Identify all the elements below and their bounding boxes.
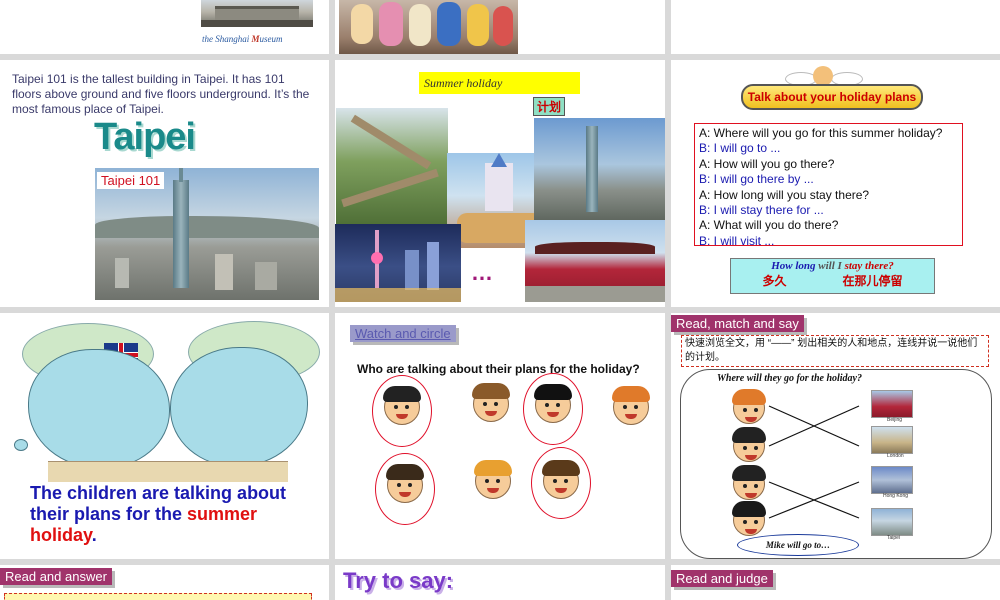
summer-holiday-title: Summer holiday xyxy=(419,72,580,94)
child-face-1 xyxy=(383,386,421,425)
slide-taipei[interactable]: Taipei 101 is the tallest building in Ta… xyxy=(0,60,329,307)
thought-bubble-left xyxy=(28,349,170,469)
slide-children-thinking[interactable]: The children are talking about their pla… xyxy=(0,313,329,559)
mike-speech-bubble: Mike will go to… xyxy=(737,534,859,556)
taipei-title: Taipei xyxy=(94,116,196,158)
taipei-101-photo: Taipei 101 xyxy=(95,168,319,300)
child-face-4 xyxy=(612,386,650,425)
vocab-cn-duolong: 多久 xyxy=(762,274,787,288)
great-wall-photo xyxy=(336,108,448,226)
watch-circle-tag: Watch and circle xyxy=(350,325,456,342)
vocab-how-long: How long xyxy=(771,260,816,272)
match-instruction: 快速浏览全文，用 “——” 划出相关的人和地点，连线并说一说他们的计划。 xyxy=(681,335,989,367)
dialog-line: B: I will go there by ... xyxy=(699,172,814,187)
disney-characters-photo xyxy=(339,0,518,54)
dialog-line: A: How will you go there? xyxy=(699,156,835,171)
vocab-note: How long will I stay there? 多久 在那儿停留 xyxy=(730,258,935,294)
taipei-city-photo xyxy=(534,118,665,221)
slide-watch-circle[interactable]: Watch and circle Who are talking about t… xyxy=(335,313,665,559)
child-face-2 xyxy=(472,383,510,422)
vocab-stay-there: stay there? xyxy=(844,260,894,272)
children-illustration xyxy=(8,321,322,482)
slide-top-right-blank[interactable] xyxy=(671,0,1000,54)
place-label: Hong Kong xyxy=(883,493,909,499)
shanghai-museum-caption: the Shanghai Museum xyxy=(202,34,283,44)
taipei-paragraph: Taipei 101 is the tallest building in Ta… xyxy=(12,72,310,116)
slide-disney-characters[interactable] xyxy=(335,0,665,54)
slide-summer-holiday[interactable]: Summer holiday 计划 … xyxy=(335,60,665,307)
read-answer-text-strip xyxy=(4,593,312,600)
dialog-box: A: Where will you go for this summer hol… xyxy=(694,123,963,248)
shanghai-skyline-photo xyxy=(335,224,461,302)
child-face-6 xyxy=(474,460,512,499)
place-label: London xyxy=(887,453,904,459)
match-lines xyxy=(768,405,860,519)
try-to-say-title: Try to say: xyxy=(343,568,454,593)
tiananmen-photo xyxy=(525,220,665,302)
vocab-cn-stay: 在那儿停留 xyxy=(842,274,903,288)
place-taipei-photo xyxy=(871,508,913,536)
dialog-line: A: How long will you stay there? xyxy=(699,187,870,202)
holiday-plans-banner: Talk about your holiday plans xyxy=(741,84,923,110)
slide-holiday-plans[interactable]: Talk about your holiday plans A: Where w… xyxy=(671,60,1000,307)
plan-label: 计划 xyxy=(533,97,566,116)
slide-try-to-say[interactable]: Try to say: xyxy=(335,565,665,600)
slide-read-answer[interactable]: Read and answer xyxy=(0,565,329,600)
match-child-3 xyxy=(732,465,766,500)
children-caption: The children are talking about their pla… xyxy=(30,483,287,545)
shanghai-museum-photo xyxy=(201,0,313,27)
place-label: Taipei xyxy=(887,535,901,541)
read-match-tag: Read, match and say xyxy=(671,315,804,332)
thought-bubble-right xyxy=(170,347,308,467)
dialog-line: B: I will go to ... xyxy=(699,141,781,156)
match-question: Where will they go for the holiday? xyxy=(717,373,862,384)
place-label: Beijing xyxy=(887,417,903,423)
ellipsis-mark: … xyxy=(471,260,493,285)
child-face-3 xyxy=(534,384,572,423)
slide-shanghai-museum[interactable]: the Shanghai Museum xyxy=(0,0,329,54)
read-judge-tag: Read and judge xyxy=(671,570,773,587)
dialog-line: A: Where will you go for this summer hol… xyxy=(699,126,943,140)
slide-read-match[interactable]: Read, match and say 快速浏览全文，用 “——” 划出相关的人… xyxy=(671,313,1000,559)
dialog-line: B: I will stay there for ... xyxy=(699,203,824,218)
child-face-7 xyxy=(542,460,580,499)
match-child-4 xyxy=(732,501,766,536)
watch-question: Who are talking about their plans for th… xyxy=(357,362,640,376)
place-beijing-photo xyxy=(871,390,913,418)
place-hongkong-photo xyxy=(871,466,913,494)
child-face-5 xyxy=(386,464,424,503)
match-panel: Where will they go for the holiday? Beij… xyxy=(680,369,992,559)
read-answer-tag: Read and answer xyxy=(0,568,112,585)
dialog-line: B: I will visit ... xyxy=(699,233,775,248)
dialog-line: A: What will you do there? xyxy=(699,218,839,233)
match-child-2 xyxy=(732,427,766,462)
place-london-photo xyxy=(871,426,913,454)
match-child-1 xyxy=(732,389,766,424)
slide-read-judge[interactable]: Read and judge xyxy=(671,565,1000,600)
taipei-101-label: Taipei 101 xyxy=(97,172,165,189)
